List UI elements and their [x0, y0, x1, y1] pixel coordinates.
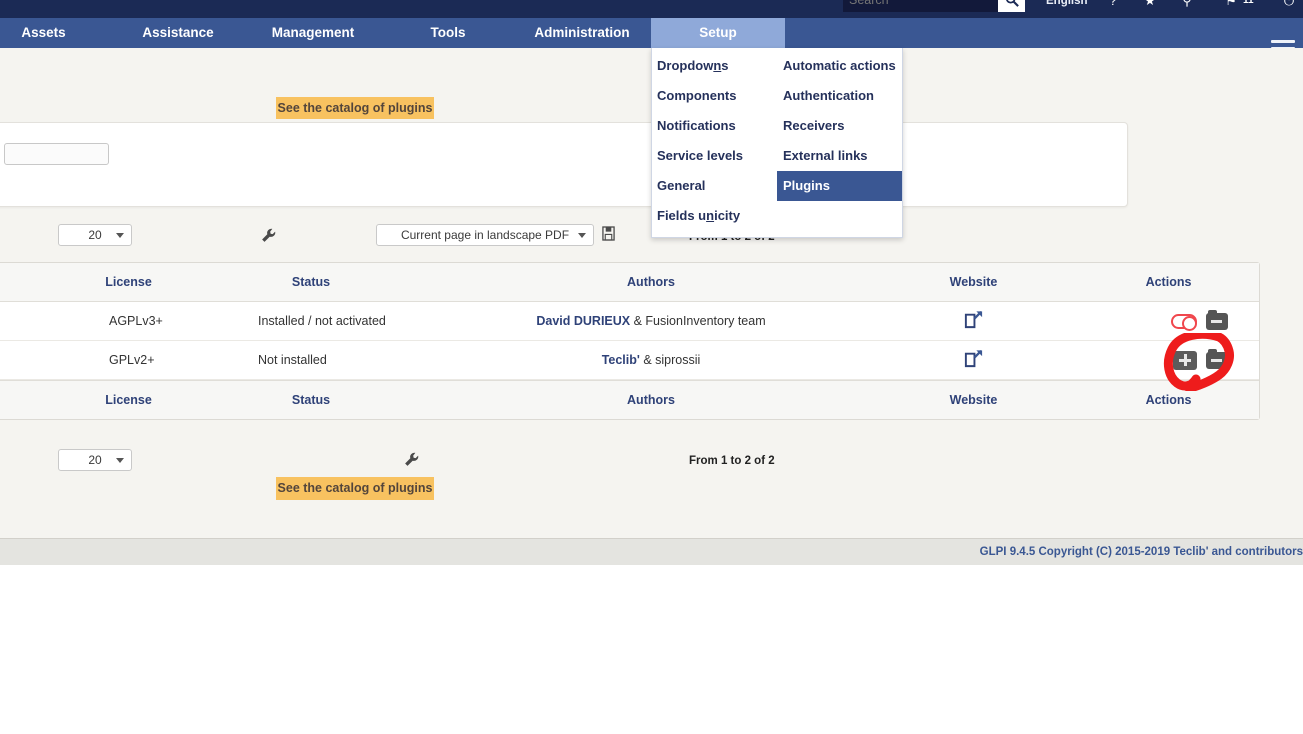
menu-item-components[interactable]: Components — [652, 81, 777, 111]
install-plus-icon[interactable] — [1173, 350, 1197, 370]
th-website[interactable]: Website — [866, 275, 1081, 289]
external-link-icon[interactable] — [963, 309, 984, 333]
external-link-icon[interactable] — [963, 348, 984, 372]
tf-website[interactable]: Website — [866, 393, 1081, 407]
items-per-page-value-top: 20 — [88, 228, 102, 242]
nav-item-tools[interactable]: Tools — [400, 18, 496, 48]
see-catalog-button-top[interactable]: See the catalog of plugins — [276, 97, 434, 119]
author-rest: & siprossii — [639, 353, 701, 367]
nav-item-assistance[interactable]: Assistance — [120, 18, 236, 48]
th-license[interactable]: License — [71, 275, 186, 289]
global-search — [843, 0, 1025, 12]
menu-item-general[interactable]: General — [652, 171, 777, 201]
th-actions[interactable]: Actions — [1081, 275, 1256, 289]
tf-license[interactable]: License — [71, 393, 186, 407]
nav-item-administration[interactable]: Administration — [510, 18, 654, 48]
table-header-row: n License Status Authors Website Actions — [0, 263, 1259, 302]
export-format-value: Current page in landscape PDF — [400, 228, 570, 242]
chevron-down-icon — [116, 232, 124, 238]
table-row: GPLv2+ Not installed Teclib' & siprossii — [0, 341, 1259, 380]
tf-status[interactable]: Status — [186, 393, 436, 407]
power-icon[interactable]: ⏻ — [1280, 0, 1298, 8]
user-icon[interactable]: ⚲ — [1178, 0, 1196, 8]
bell-icon[interactable]: ⚑ — [1222, 0, 1240, 8]
cell-status: Installed / not activated — [258, 314, 386, 328]
items-per-page-value-bottom: 20 — [88, 453, 102, 467]
menu-item-receivers[interactable]: Receivers — [777, 111, 902, 141]
search-criteria-input[interactable] — [4, 143, 109, 165]
table-footer-row: n License Status Authors Website Actions — [0, 380, 1259, 419]
menu-item-external-links[interactable]: External links — [777, 141, 902, 171]
th-status[interactable]: Status — [186, 275, 436, 289]
author-link[interactable]: David DURIEUX — [536, 314, 630, 328]
bookmark-icon[interactable]: ★ — [1141, 0, 1159, 8]
cell-authors: David DURIEUX & FusionInventory team — [436, 314, 866, 328]
cell-website — [866, 309, 1081, 333]
menu-item-service-levels[interactable]: Service levels — [652, 141, 777, 171]
nav-item-assets[interactable]: Assets — [6, 18, 81, 48]
page-footer: GLPI 9.4.5 Copyright (C) 2015-2019 Tecli… — [0, 538, 1303, 565]
items-per-page-select-bottom[interactable]: 20 — [58, 449, 132, 471]
cell-license: GPLv2+ — [109, 353, 155, 367]
plugins-table: n License Status Authors Website Actions… — [0, 262, 1260, 420]
search-input[interactable] — [843, 0, 998, 12]
save-icon[interactable] — [602, 226, 615, 244]
author-rest: & FusionInventory team — [630, 314, 766, 328]
pagination-info-bottom: From 1 to 2 of 2 — [689, 455, 775, 467]
nav-item-management[interactable]: Management — [250, 18, 376, 48]
author-link[interactable]: Teclib' — [602, 353, 640, 367]
notification-count: 11 — [1243, 0, 1254, 6]
wrench-icon-bottom[interactable] — [403, 451, 420, 472]
nav-item-setup[interactable]: Setup — [651, 18, 785, 48]
uninstall-icon[interactable] — [1206, 309, 1228, 330]
tf-name[interactable]: n — [0, 393, 11, 407]
table-row: AGPLv3+ Installed / not activated David … — [0, 302, 1259, 341]
menu-item-notifications[interactable]: Notifications — [652, 111, 777, 141]
cell-website — [866, 348, 1081, 372]
wrench-icon-top[interactable] — [260, 227, 277, 248]
top-utility-bar: English ? ★ ⚲ ⚑ 11 ⏻ — [0, 0, 1303, 18]
cell-actions — [1081, 302, 1256, 341]
export-format-select[interactable]: Current page in landscape PDF — [376, 224, 594, 246]
chevron-down-icon — [116, 457, 124, 463]
th-authors[interactable]: Authors — [436, 275, 866, 289]
copyright-text: GLPI 9.4.5 Copyright (C) 2015-2019 Tecli… — [979, 546, 1303, 558]
items-per-page-select-top[interactable]: 20 — [58, 224, 132, 246]
help-icon[interactable]: ? — [1104, 0, 1122, 8]
uninstall-icon[interactable] — [1206, 348, 1228, 369]
cell-authors: Teclib' & siprossii — [436, 353, 866, 367]
below-fold-area — [0, 565, 1303, 734]
menu-item-fields-unicity[interactable]: Fields unicity — [652, 201, 777, 231]
language-label[interactable]: English — [1046, 0, 1088, 7]
cell-license: AGPLv3+ — [109, 314, 163, 328]
tf-authors[interactable]: Authors — [436, 393, 866, 407]
search-icon[interactable] — [998, 0, 1025, 12]
menu-item-automatic-actions[interactable]: Automatic actions — [777, 51, 902, 81]
menu-item-authentication[interactable]: Authentication — [777, 81, 902, 111]
glpi-plugins-page: English ? ★ ⚲ ⚑ 11 ⏻ Assets Assistance M… — [0, 0, 1303, 734]
menu-item-dropdowns[interactable]: Dropdowns — [652, 51, 777, 81]
chevron-down-icon — [578, 232, 586, 238]
cell-actions — [1081, 341, 1256, 380]
menu-item-plugins[interactable]: Plugins — [777, 171, 902, 201]
tf-actions[interactable]: Actions — [1081, 393, 1256, 407]
th-name[interactable]: n — [0, 275, 11, 289]
toggle-off-icon[interactable] — [1171, 313, 1197, 331]
see-catalog-button-bottom[interactable]: See the catalog of plugins — [276, 477, 434, 500]
setup-dropdown-menu: Dropdowns Components Notifications Servi… — [651, 48, 903, 238]
cell-status: Not installed — [258, 353, 327, 367]
main-navbar: Assets Assistance Management Tools Admin… — [0, 18, 1303, 57]
search-criteria-card — [0, 122, 1128, 207]
